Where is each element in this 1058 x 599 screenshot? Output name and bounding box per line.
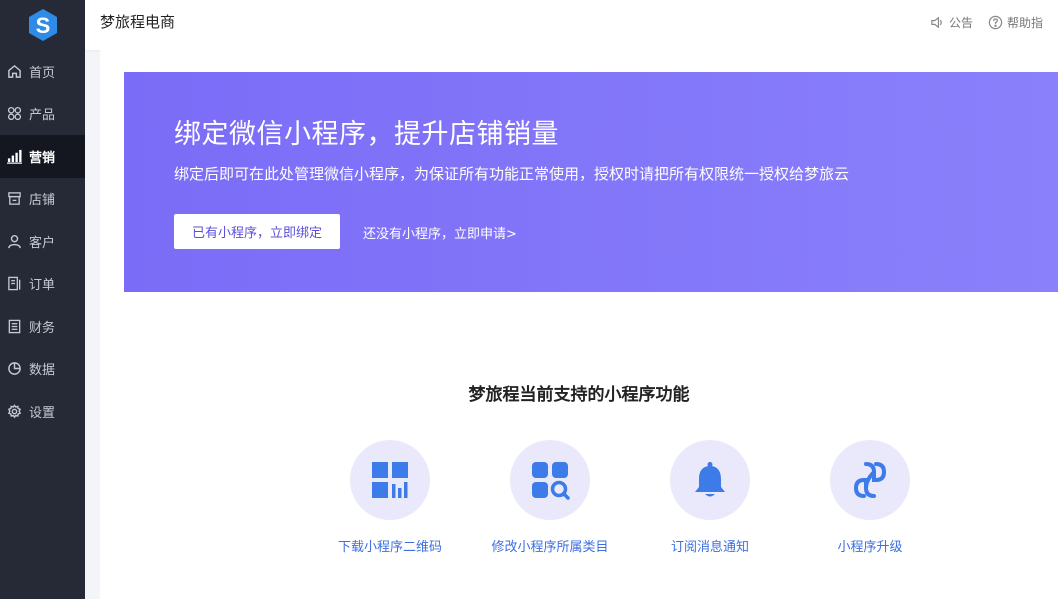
feature-icon-circle (350, 440, 430, 520)
sidebar-item-label: 营销 (29, 150, 56, 166)
order-icon (6, 276, 22, 292)
bind-miniprogram-button[interactable]: 已有小程序，立即绑定 (174, 214, 340, 249)
settings-icon (6, 403, 22, 419)
sidebar-item-label: 产品 (29, 108, 56, 124)
banner-title: 绑定微信小程序，提升店铺销量 (174, 119, 559, 150)
sidebar-item-order[interactable]: 订单 (0, 263, 85, 306)
category-search-icon (532, 462, 570, 500)
sidebar-item-label: 财务 (29, 320, 56, 336)
data-icon (6, 361, 22, 377)
sidebar-item-label: 数据 (29, 363, 56, 379)
sidebar-item-finance[interactable]: 财务 (0, 305, 85, 348)
logo[interactable]: S (0, 0, 85, 50)
announce-link[interactable]: 公告 (930, 14, 973, 31)
help-label: 帮助指 (1006, 16, 1043, 30)
sidebar-item-label: 订单 (29, 278, 56, 294)
customer-icon (6, 233, 22, 249)
sidebar-item-product[interactable]: 产品 (0, 93, 85, 136)
top-header: 梦旅程电商 公告 帮助指 (85, 0, 1058, 50)
product-icon (6, 106, 22, 122)
sidebar-item-label: 设置 (29, 405, 56, 421)
sidebar-item-data[interactable]: 数据 (0, 348, 85, 391)
link-icon (853, 462, 887, 498)
bell-icon (695, 462, 725, 497)
home-icon (6, 63, 22, 79)
feature-label: 订阅消息通知 (670, 540, 749, 555)
sidebar-item-settings[interactable]: 设置 (0, 390, 85, 433)
app-title: 梦旅程电商 (100, 13, 176, 31)
feature-subscribe[interactable]: 订阅消息通知 (630, 440, 790, 555)
store-icon (6, 191, 22, 207)
feature-upgrade[interactable]: 小程序升级 (790, 440, 950, 555)
banner-description: 绑定后即可在此处管理微信小程序，为保证所有功能正常使用，授权时请把所有权限统一授… (174, 165, 850, 183)
feature-icon-circle (510, 440, 590, 520)
speaker-icon (931, 16, 942, 29)
help-icon (988, 15, 1003, 30)
sidebar-item-store[interactable]: 店铺 (0, 178, 85, 221)
marketing-icon (6, 148, 22, 164)
feature-label: 小程序升级 (837, 540, 903, 555)
feature-icon-circle (830, 440, 910, 520)
bind-banner: 绑定微信小程序，提升店铺销量 绑定后即可在此处管理微信小程序，为保证所有功能正常… (124, 72, 1058, 292)
sidebar-item-customer[interactable]: 客户 (0, 220, 85, 263)
sidebar-nav: 首页 产品 营销 店铺 客户 订单 财务 数据 设置 (0, 50, 85, 433)
feature-icon-circle (670, 440, 750, 520)
help-link[interactable]: 帮助指 (988, 14, 1043, 31)
feature-label: 修改小程序所属类目 (491, 540, 609, 555)
logo-icon: S (28, 9, 57, 41)
feature-qrcode[interactable]: 下载小程序二维码 (310, 440, 470, 555)
apply-miniprogram-link[interactable]: 还没有小程序，立即申请> (363, 223, 517, 242)
sidebar: S 首页 产品 营销 店铺 客户 订单 财务 数据 设置 (0, 0, 85, 599)
sidebar-item-marketing[interactable]: 营销 (0, 135, 85, 178)
sidebar-item-home[interactable]: 首页 (0, 50, 85, 93)
sidebar-item-label: 首页 (29, 65, 56, 81)
qrcode-icon (372, 462, 408, 498)
sidebar-item-label: 客户 (29, 235, 56, 251)
sidebar-item-label: 店铺 (29, 193, 56, 209)
main-content: 绑定微信小程序，提升店铺销量 绑定后即可在此处管理微信小程序，为保证所有功能正常… (100, 50, 1058, 599)
feature-category[interactable]: 修改小程序所属类目 (470, 440, 630, 555)
features-title: 梦旅程当前支持的小程序功能 (468, 385, 690, 405)
svg-text:S: S (35, 13, 50, 38)
finance-icon (6, 318, 22, 334)
announce-label: 公告 (948, 16, 973, 30)
feature-label: 下载小程序二维码 (337, 540, 442, 555)
header-actions: 公告 帮助指 (930, 14, 1058, 31)
